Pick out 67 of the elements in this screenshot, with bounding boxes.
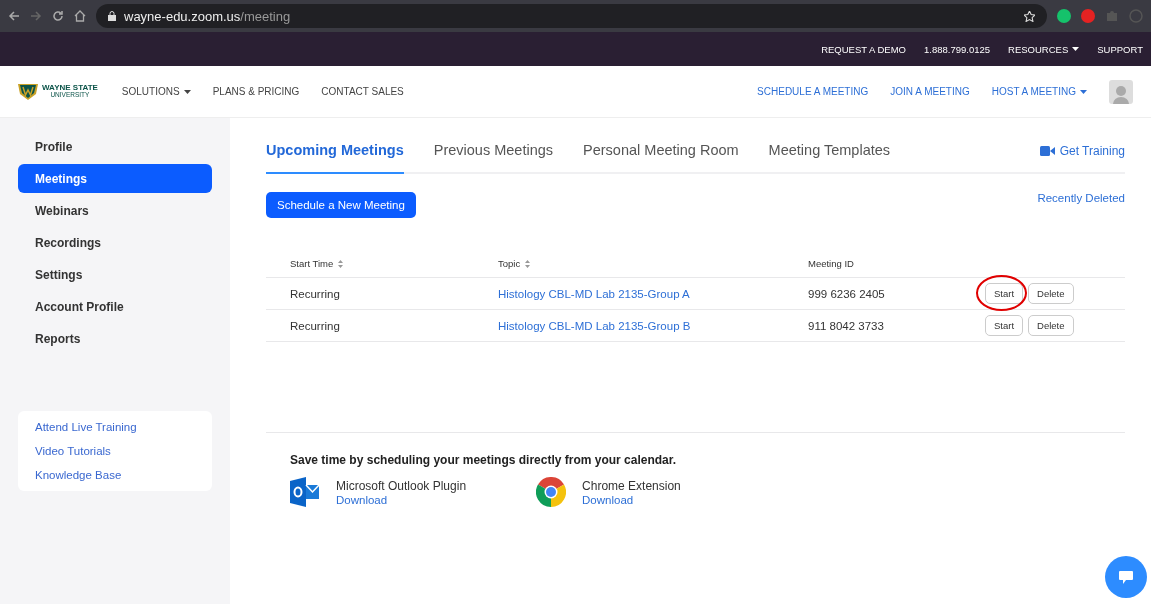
calendar-heading: Save time by scheduling your meetings directly from your calendar.	[290, 453, 678, 467]
top-link[interactable]: SUPPORT	[1097, 43, 1143, 55]
home-icon[interactable]	[74, 10, 86, 22]
column-header[interactable]: Topic	[498, 258, 808, 269]
chat-button[interactable]	[1105, 556, 1147, 598]
recently-deleted-link[interactable]: Recently Deleted	[1037, 192, 1125, 204]
tab[interactable]: Meeting Templates	[768, 142, 891, 174]
delete-button[interactable]: Delete	[1028, 315, 1074, 336]
plugin-name: Chrome Extension	[582, 478, 681, 493]
caret-icon	[183, 89, 191, 94]
star-icon[interactable]	[1024, 10, 1035, 22]
meeting-id-cell-text: 999 6236 2405	[808, 287, 886, 300]
download-link[interactable]: Download	[336, 493, 467, 506]
column-header[interactable]: Start Time	[290, 258, 498, 269]
topic-link[interactable]: Histology CBL-MD Lab 2135-Group B	[498, 319, 808, 332]
sidebar-item[interactable]: Settings	[18, 260, 212, 289]
sidebar-item[interactable]: Recordings	[18, 228, 212, 257]
meeting-id-cell-text: 911 8042 3733	[808, 319, 885, 332]
sidebar-item[interactable]: Webinars	[18, 196, 212, 225]
nav-link[interactable]: JOIN A MEETING	[890, 86, 970, 97]
caret-icon	[1072, 47, 1080, 51]
delete-button[interactable]: Delete	[1028, 283, 1074, 304]
nav-link[interactable]: SOLUTIONS	[121, 86, 191, 97]
tab[interactable]: Upcoming Meetings	[266, 142, 404, 174]
back-icon[interactable]	[8, 10, 20, 22]
help-link[interactable]: Knowledge Base	[35, 469, 195, 481]
help-link[interactable]: Attend Live Training	[35, 421, 195, 433]
help-link[interactable]: Video Tutorials	[35, 445, 195, 457]
top-link[interactable]: 1.888.799.0125	[924, 43, 991, 55]
nav-link[interactable]: HOST A MEETING	[991, 86, 1087, 97]
start-time-cell-text: Recurring	[290, 287, 341, 300]
sidebar-item[interactable]: Account Profile	[18, 292, 212, 321]
sidebar-item[interactable]: Reports	[18, 324, 212, 353]
extension-icon[interactable]	[1057, 9, 1071, 23]
sidebar-item[interactable]: Meetings	[18, 164, 212, 193]
sort-icon	[338, 259, 344, 268]
extension-icon[interactable]	[1081, 9, 1095, 23]
tab[interactable]: Previous Meetings	[433, 142, 554, 174]
video-camera-icon	[1039, 146, 1055, 156]
nav-link[interactable]: PLANS & PRICING	[212, 86, 300, 97]
schedule-meeting-button[interactable]: Schedule a New Meeting	[266, 192, 416, 218]
topic-link[interactable]: Histology CBL-MD Lab 2135-Group A	[498, 287, 808, 300]
shield-icon	[18, 83, 38, 100]
plugin-name: Microsoft Outlook Plugin	[336, 478, 467, 493]
sidebar-item[interactable]: Profile	[18, 132, 212, 161]
nav-link[interactable]: SCHEDULE A MEETING	[757, 86, 869, 97]
start-button[interactable]: Start	[985, 315, 1024, 336]
top-link[interactable]: REQUEST A DEMO	[821, 43, 906, 55]
chrome-icon	[536, 477, 567, 507]
nav-link[interactable]: CONTACT SALES	[321, 86, 404, 97]
caret-icon	[1080, 89, 1087, 94]
start-time-cell-text: Recurring	[290, 319, 341, 332]
get-training-link[interactable]: Get Training	[1039, 144, 1125, 158]
address-bar[interactable]: wayne-edu.zoom.us/meeting	[96, 4, 1047, 28]
start-button[interactable]: Start	[985, 283, 1024, 304]
column-header: Meeting ID	[808, 258, 855, 269]
forward-icon[interactable]	[30, 10, 42, 22]
chat-icon	[1119, 570, 1133, 584]
avatar[interactable]	[1109, 79, 1133, 104]
url-text: wayne-edu.zoom.us/meeting	[124, 8, 291, 24]
outlook-icon	[290, 477, 320, 507]
tab[interactable]: Personal Meeting Room	[583, 142, 739, 174]
sort-icon	[525, 259, 531, 268]
download-link[interactable]: Download	[582, 493, 681, 506]
reload-icon[interactable]	[52, 10, 64, 22]
top-link[interactable]: RESOURCES	[1008, 43, 1080, 55]
lock-icon	[108, 11, 116, 21]
